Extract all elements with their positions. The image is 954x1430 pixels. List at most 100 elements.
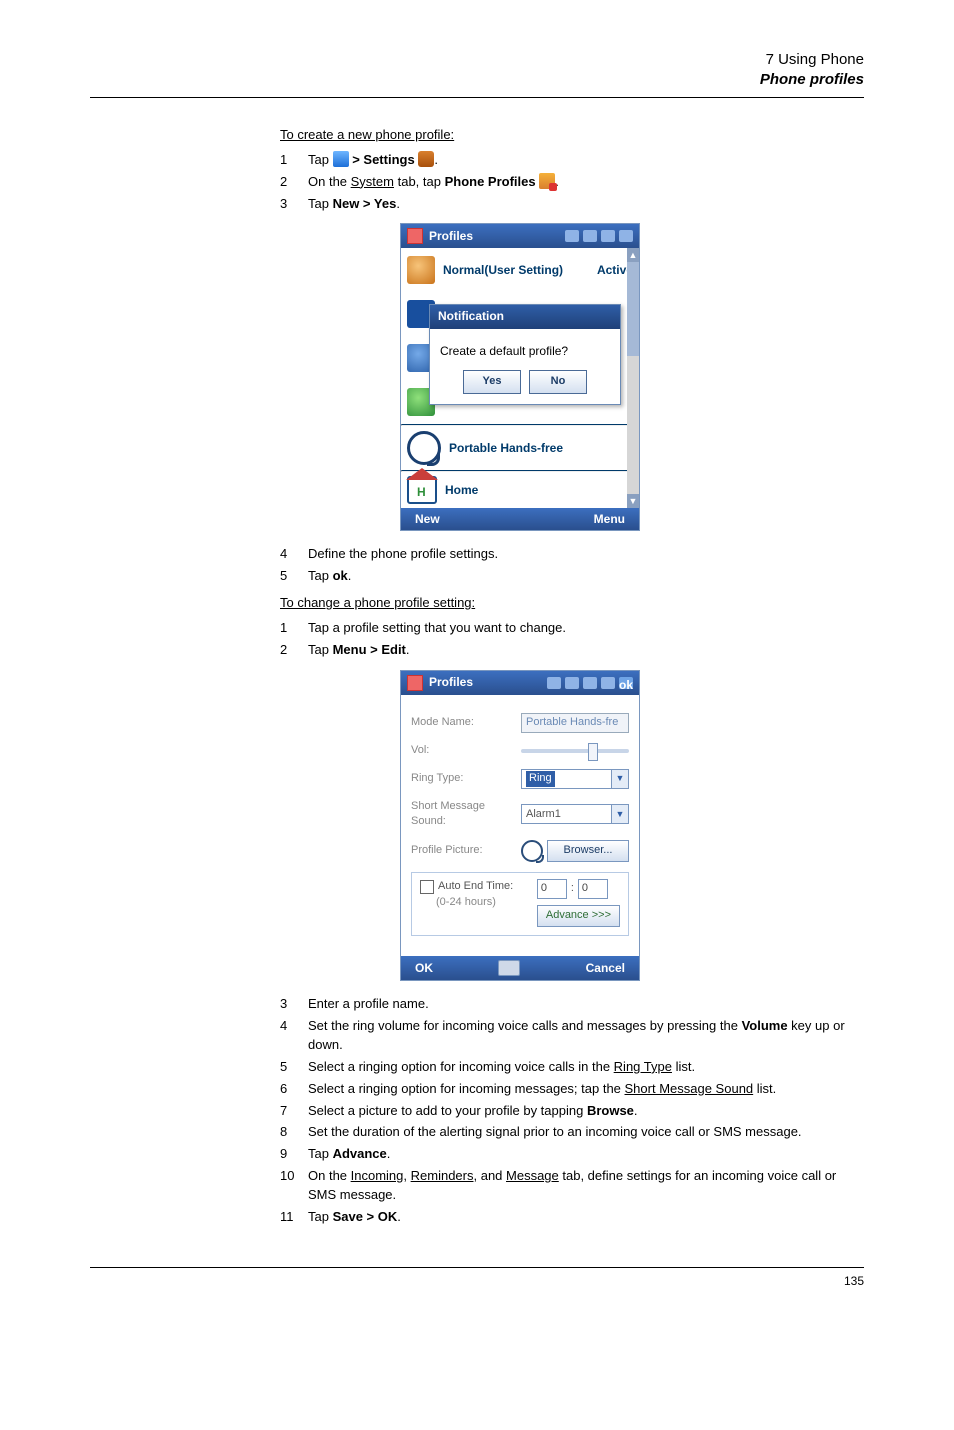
headset-icon [407,431,441,465]
ok-button[interactable]: ok [619,677,633,689]
text-bold: ok [333,568,348,583]
text: Select a ringing option for incoming voi… [308,1059,614,1074]
keyboard-icon[interactable] [498,960,520,976]
scrollbar[interactable]: ▲ ▼ [627,248,639,508]
step-num: 2 [280,173,308,192]
profiles-body: Normal(User Setting) Active Portable Han… [401,248,639,508]
profile-icon-normal [407,256,435,284]
step: 3 Enter a profile name. [280,995,864,1014]
scroll-thumb[interactable] [627,262,639,356]
text-link: Ring Type [614,1059,672,1074]
step-num: 3 [280,195,308,214]
step: 1 Tap a profile setting that you want to… [280,619,864,638]
text: On the [308,1168,351,1183]
label-hours: (0-24 hours) [436,895,537,911]
no-button[interactable]: No [529,370,587,394]
start-icon [333,151,349,167]
label-vol: Vol: [411,743,521,759]
volume-slider[interactable] [521,744,629,758]
browse-button[interactable]: Browser... [547,840,629,862]
steps-create-cont: 4 Define the phone profile settings. 5 T… [280,545,864,586]
window-title: Profiles [429,228,473,245]
text: . [396,196,400,211]
auto-end-checkbox[interactable] [420,880,434,894]
row-profile-picture: Profile Picture: Browser... [411,840,629,862]
sms-sound-select[interactable]: Alarm1 ▼ [521,804,629,824]
text-bold: Menu > Edit [333,642,406,657]
yes-button[interactable]: Yes [463,370,521,394]
softkey-menu[interactable]: Menu [594,511,625,528]
advance-button[interactable]: Advance >>> [537,905,620,927]
text: On the [308,174,351,189]
screenshot-profile-editor: Profiles ok Mode Name: Portable Hands-fr… [400,670,640,982]
profile-row-home[interactable]: H Home [401,472,639,508]
step: 5 Tap ok. [280,567,864,586]
page-footer: 135 [90,1267,864,1288]
text-bold: Save > OK [333,1209,398,1224]
cancel-softkey[interactable]: Cancel [586,960,625,977]
text: Tap [308,642,333,657]
step-text: Select a ringing option for incoming mes… [308,1080,864,1099]
step: 2 On the System tab, tap Phone Profiles … [280,173,864,192]
section-heading-create: To create a new phone profile: [280,126,864,145]
ok-softkey[interactable]: OK [415,960,433,977]
text: Tap [308,152,333,167]
text: tab, tap [394,174,445,189]
step: 7 Select a picture to add to your profil… [280,1102,864,1121]
dialog-buttons: Yes No [440,370,610,394]
home-icon: H [407,476,437,504]
scroll-down-icon[interactable]: ▼ [627,494,639,508]
ring-type-select[interactable]: Ring ▼ [521,769,629,789]
step: 6 Select a ringing option for incoming m… [280,1080,864,1099]
slider-thumb[interactable] [588,743,598,761]
window-titlebar: Profiles [401,224,639,248]
softkey-new[interactable]: New [415,511,440,528]
connectivity-icon[interactable] [583,230,597,242]
step-num: 6 [280,1080,308,1099]
minutes-input[interactable]: 0 [578,879,608,899]
text-link: Reminders [411,1168,474,1183]
signal-icon[interactable] [601,230,615,242]
text: . [387,1146,391,1161]
scroll-up-icon[interactable]: ▲ [627,248,639,262]
text: . [348,568,352,583]
text: . [434,152,438,167]
step-text: Set the ring volume for incoming voice c… [308,1017,864,1055]
step: 8 Set the duration of the alerting signa… [280,1123,864,1142]
text: list. [753,1081,776,1096]
home-h: H [417,484,426,501]
label-sms-sound: Short Message Sound: [411,799,521,831]
header-chapter: 7 Using Phone [90,50,864,70]
dialog-title: Notification [430,305,620,328]
chevron-down-icon[interactable]: ▼ [611,805,628,823]
step-text: Tap Advance. [308,1145,864,1164]
profile-label: Portable Hands-free [449,440,563,457]
content: To create a new phone profile: 1 Tap > S… [280,126,864,1227]
message-icon[interactable] [565,230,579,242]
mode-name-input[interactable]: Portable Hands-fre [521,713,629,733]
volume-icon[interactable] [619,230,633,242]
app-icon [407,675,423,691]
text-bold: Volume [742,1018,788,1033]
profile-row-handsfree[interactable]: Portable Hands-free [401,426,639,470]
step-num: 4 [280,1017,308,1036]
connectivity-icon[interactable] [565,677,579,689]
signal-icon[interactable] [583,677,597,689]
profile-row-normal[interactable]: Normal(User Setting) Active [401,248,639,292]
volume-icon[interactable] [601,677,615,689]
text: . [406,642,410,657]
auto-end-section: Auto End Time: (0-24 hours) 0 : 0 Advanc… [411,872,629,936]
step: 11 Tap Save > OK. [280,1208,864,1227]
step-text: Tap Menu > Edit. [308,641,864,660]
chevron-down-icon[interactable]: ▼ [611,770,628,788]
page-header: 7 Using Phone Phone profiles [90,50,864,89]
step-num: 2 [280,641,308,660]
message-icon[interactable] [547,677,561,689]
step-num: 8 [280,1123,308,1142]
step-num: 1 [280,619,308,638]
text-link: Short Message Sound [625,1081,754,1096]
hours-input[interactable]: 0 [537,879,567,899]
step-num: 1 [280,151,308,170]
step: 1 Tap > Settings . [280,151,864,170]
text-link: Incoming [351,1168,404,1183]
